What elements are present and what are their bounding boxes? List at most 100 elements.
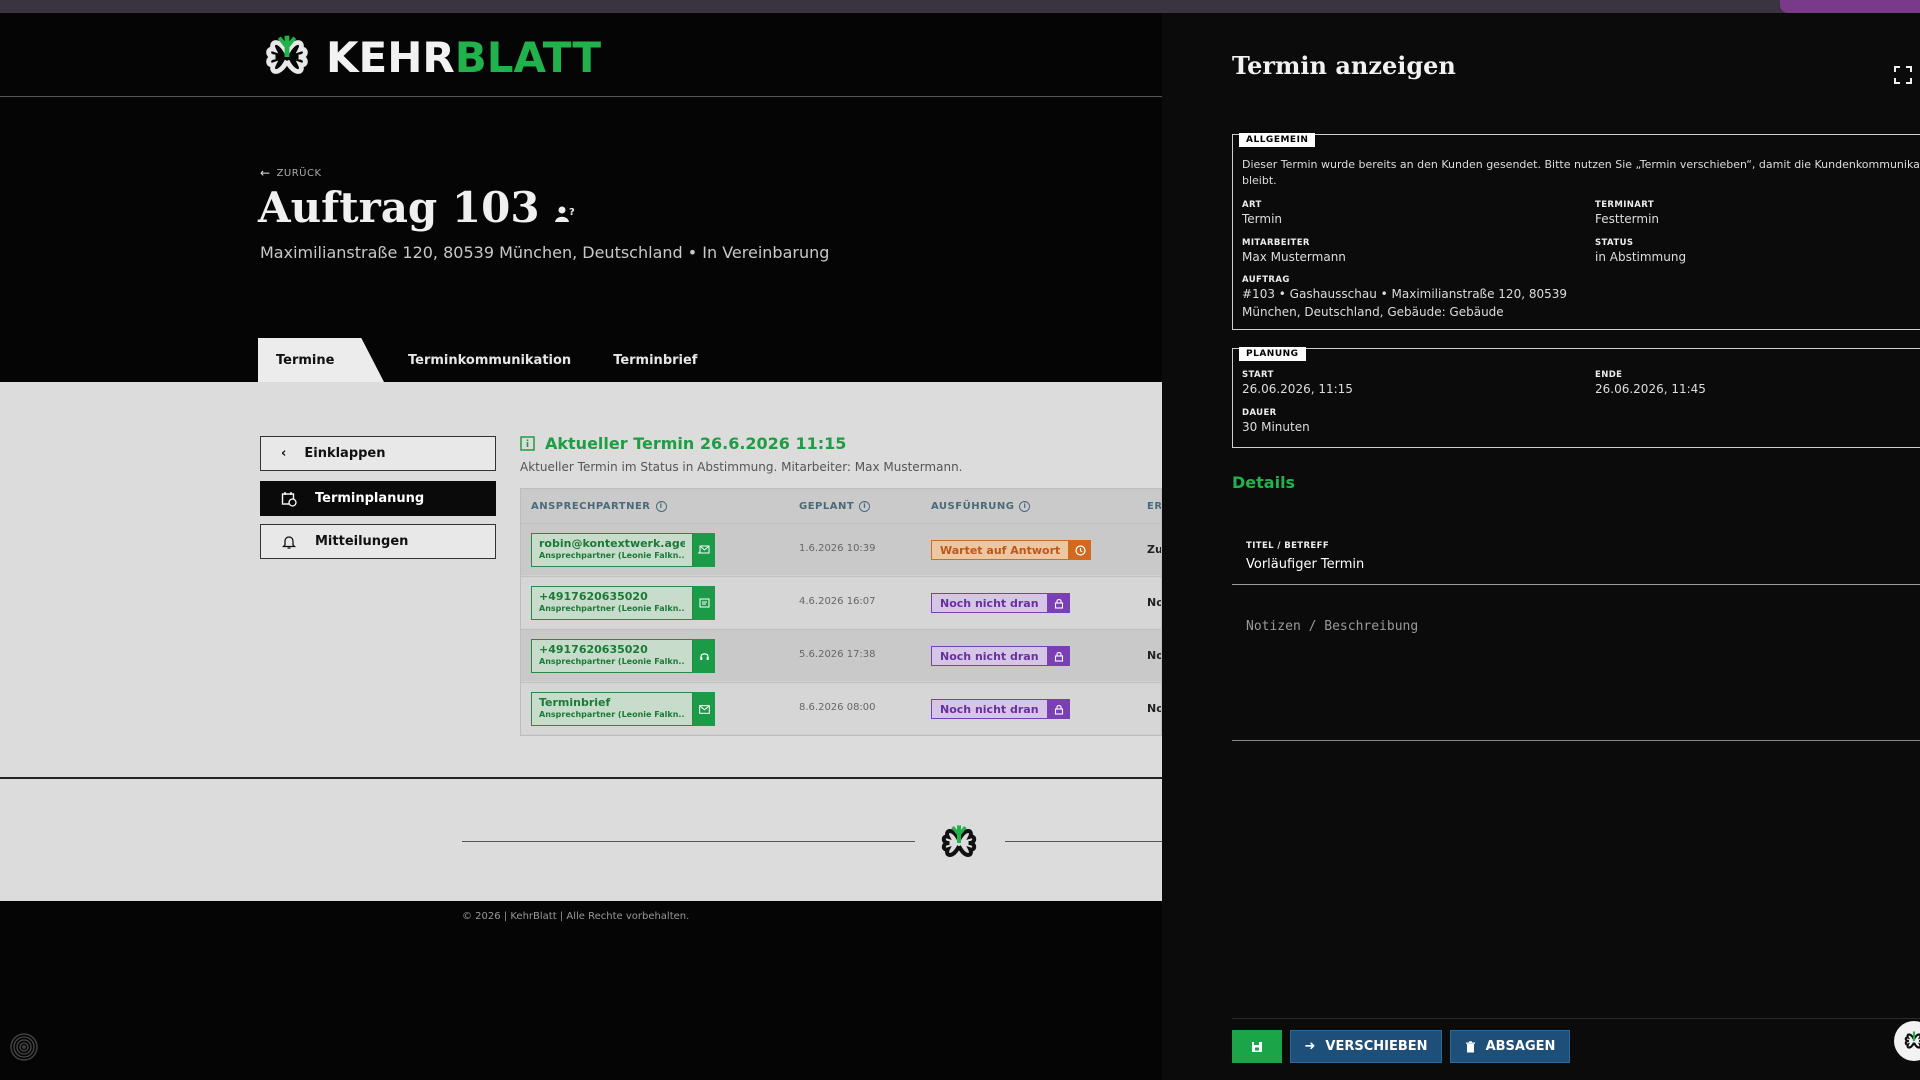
table-row[interactable]: +4917620635020 Ansprechpartner (Leonie Fa… <box>521 576 1161 628</box>
planned-date: 8.6.2026 08:00 <box>799 702 876 713</box>
browser-profile-chip[interactable] <box>1780 0 1920 13</box>
current-subtext: Aktueller Termin im Status in Abstimmung… <box>520 460 963 474</box>
action-bar-divider <box>1232 1018 1920 1019</box>
tab-terminkommunikation[interactable]: Terminkommunikation <box>390 338 589 382</box>
clover-logo-icon <box>941 825 977 857</box>
current-heading-text: Aktueller Termin 26.6.2026 11:15 <box>545 434 847 453</box>
floppy-disk-icon <box>1252 1041 1262 1052</box>
page-subtitle: Maximilianstraße 120, 80539 München, Deu… <box>260 243 830 262</box>
browser-strip <box>0 0 1920 13</box>
clock-icon <box>1069 540 1092 560</box>
planned-date: 1.6.2026 10:39 <box>799 543 876 554</box>
app-header: KEHRBLATT <box>0 13 1162 97</box>
info-icon <box>520 436 535 451</box>
general-section-label: ALLGEMEIN <box>1239 133 1316 147</box>
status-badge: Noch nicht dran <box>931 699 1070 719</box>
footer-area <box>0 777 1162 901</box>
status-badge: Noch nicht dran <box>931 593 1070 613</box>
main-app: KEHRBLATT ← ZURÜCK Auftrag 103 ? Maximil… <box>0 13 1162 1080</box>
expand-icon[interactable] <box>1894 66 1912 84</box>
lock-icon <box>1047 699 1070 719</box>
field-label: ART <box>1242 200 1262 210</box>
help-chat-button[interactable] <box>1894 1021 1920 1061</box>
notes-field[interactable]: Notizen / Beschreibung <box>1232 601 1920 741</box>
th-planned: GEPLANT i <box>799 501 871 512</box>
trash-icon <box>1465 1040 1475 1052</box>
lock-icon <box>1047 646 1070 666</box>
field-value: 26.06.2026, 11:15 <box>1242 382 1353 396</box>
calendar-clock-icon <box>281 491 297 507</box>
status-badge: Noch nicht dran <box>931 646 1070 666</box>
title-field-label: TITEL / BETREFF <box>1246 541 1330 551</box>
info-circle-icon[interactable]: i <box>1019 501 1031 512</box>
general-note: Dieser Termin wurde bereits an den Kunde… <box>1242 158 1920 187</box>
messages-label: Mitteilungen <box>315 534 409 549</box>
brand-logo[interactable]: KEHRBLATT <box>258 28 601 86</box>
field-label: ENDE <box>1595 370 1623 380</box>
page-title-text: Auftrag 103 <box>258 183 540 232</box>
appointment-panel: Termin anzeigen ALLGEMEIN Dieser Termin … <box>1162 13 1920 1080</box>
result-cell: Zu <box>1147 543 1162 556</box>
planned-date: 5.6.2026 17:38 <box>799 649 876 660</box>
field-value: Max Mustermann <box>1242 250 1346 264</box>
planning-button[interactable]: Terminplanung <box>260 481 496 516</box>
field-label: TERMINART <box>1595 200 1655 210</box>
copyright-text: © 2026 | KehrBlatt | Alle Rechte vorbeha… <box>462 911 690 922</box>
tab-bar: Termine Terminkommunikation Terminbrief <box>258 338 721 382</box>
planning-section-label: PLANUNG <box>1239 347 1306 361</box>
contact-chip[interactable]: +4917620635020 Ansprechpartner (Leonie Fa… <box>531 639 715 673</box>
field-value: #103 • Gashausschau • Maximilianstraße 1… <box>1242 287 1568 319</box>
contact-chip[interactable]: +4917620635020 Ansprechpartner (Leonie Fa… <box>531 586 715 620</box>
bell-icon <box>281 535 297 549</box>
field-value: in Abstimmung <box>1595 250 1687 264</box>
title-field[interactable]: TITEL / BETREFF Vorläufiger Termin <box>1232 525 1920 585</box>
table-row[interactable]: +4917620635020 Ansprechpartner (Leonie Fa… <box>521 629 1161 681</box>
field-value: 30 Minuten <box>1242 420 1310 434</box>
collapse-button[interactable]: ‹ Einklappen <box>260 436 496 471</box>
message-icon <box>693 586 715 620</box>
back-label: ZURÜCK <box>276 167 322 179</box>
contact-chip[interactable]: Terminbrief Ansprechpartner (Leonie Falkn… <box>531 692 715 726</box>
table-row[interactable]: robin@kontextwerk.agencyAnsprechpartner … <box>521 523 1161 575</box>
planned-date: 4.6.2026 16:07 <box>799 596 876 607</box>
result-cell: No <box>1147 702 1161 715</box>
content-area: ‹ Einklappen Terminplanung Mitteilungen … <box>0 382 1162 777</box>
details-heading: Details <box>1232 473 1296 492</box>
planning-section: PLANUNG START 26.06.2026, 11:15 ENDE 26.… <box>1232 347 1920 448</box>
th-execution: AUSFÜHRUNG i <box>931 501 1031 512</box>
field-label: STATUS <box>1595 238 1634 248</box>
contact-chip[interactable]: robin@kontextwerk.agencyAnsprechpartner … <box>531 533 715 567</box>
field-value: 26.06.2026, 11:45 <box>1595 382 1706 396</box>
save-button[interactable] <box>1232 1030 1282 1063</box>
result-cell: No <box>1147 649 1161 662</box>
cancel-appointment-button[interactable]: ABSAGEN <box>1450 1030 1570 1063</box>
tab-terminbrief[interactable]: Terminbrief <box>595 338 715 382</box>
arrow-left-icon: ← <box>260 166 271 180</box>
status-badge: Wartet auf Antwort <box>931 540 1092 560</box>
fingerprint-icon[interactable] <box>8 1031 40 1063</box>
svg-text:?: ? <box>569 207 575 218</box>
info-circle-icon[interactable]: i <box>859 501 871 512</box>
field-label: AUFTRAG <box>1242 275 1290 285</box>
collapse-label: Einklappen <box>304 446 386 461</box>
appointment-table: ANSPRECHPARTNER i GEPLANT i AUSFÜHRUNG i ER… <box>520 488 1162 736</box>
clover-logo-icon <box>266 35 308 74</box>
footer-divider <box>1005 841 1162 842</box>
field-value: Termin <box>1242 212 1283 226</box>
messages-button[interactable]: Mitteilungen <box>260 524 496 559</box>
footer-divider <box>462 841 915 842</box>
th-contact: ANSPRECHPARTNER i <box>531 501 667 512</box>
arrow-right-icon: ➜ <box>1304 1039 1316 1054</box>
contact-unknown-icon[interactable]: ? <box>554 203 576 225</box>
general-section: ALLGEMEIN Dieser Termin wurde bereits an… <box>1232 133 1920 330</box>
page-title: Auftrag 103 ? <box>258 183 576 232</box>
planning-label: Terminplanung <box>315 491 425 506</box>
title-field-value[interactable]: Vorläufiger Termin <box>1246 557 1364 572</box>
table-row[interactable]: Terminbrief Ansprechpartner (Leonie Falkn… <box>521 682 1161 734</box>
reschedule-button[interactable]: ➜ VERSCHIEBEN <box>1290 1030 1442 1063</box>
mail-icon <box>693 692 715 726</box>
email-send-icon <box>693 533 715 567</box>
info-circle-icon[interactable]: i <box>655 501 667 512</box>
tab-termine[interactable]: Termine <box>258 338 384 382</box>
back-link[interactable]: ← ZURÜCK <box>260 166 322 180</box>
